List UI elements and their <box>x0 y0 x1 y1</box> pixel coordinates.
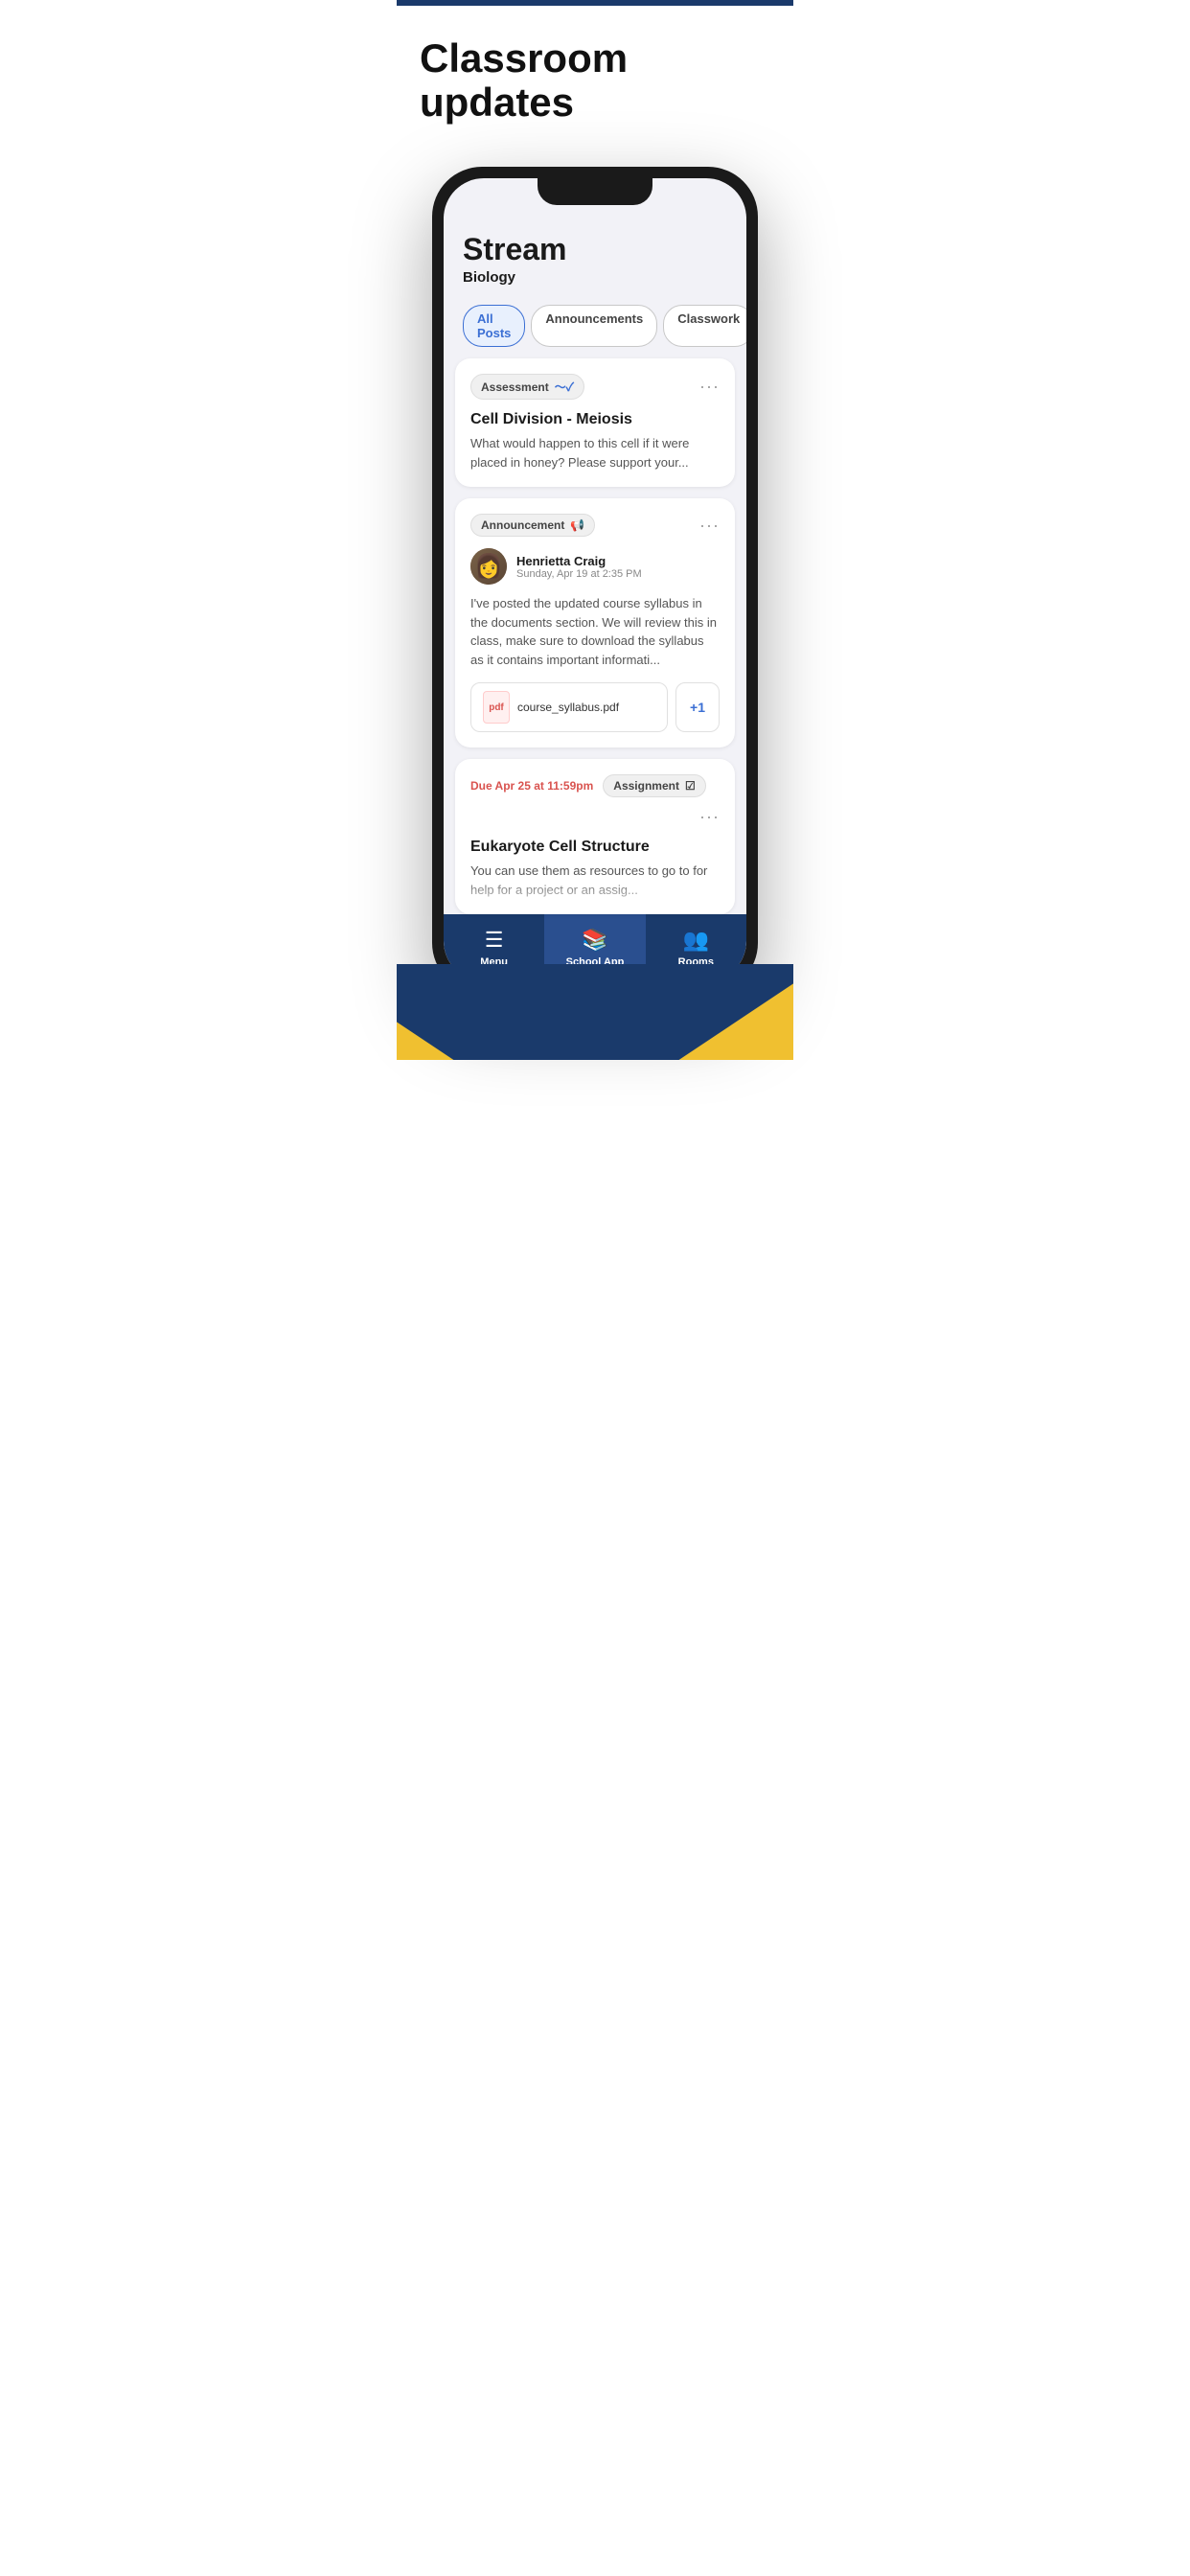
avatar-image <box>470 548 507 585</box>
more-btn-announcement[interactable]: ··· <box>699 516 720 536</box>
bottom-section <box>397 964 793 1060</box>
attachment-row: pdf course_syllabus.pdf +1 <box>470 682 720 732</box>
due-label: Due Apr 25 at 11:59pm <box>470 779 593 793</box>
user-date: Sunday, Apr 19 at 2:35 PM <box>516 568 642 580</box>
user-name: Henrietta Craig <box>516 554 642 568</box>
tab-all-posts[interactable]: All Posts <box>463 305 525 347</box>
yellow-shape-left <box>397 1022 454 1060</box>
tabs-row: All Posts Announcements Classwork <box>444 293 746 358</box>
more-btn-assignment[interactable]: ··· <box>699 807 720 827</box>
cards-area: Assessment 〜✓ ··· Cell Division - Meiosi… <box>444 358 746 914</box>
assignment-check-icon: ☑ <box>685 779 696 793</box>
card-top-row: Assessment 〜✓ ··· <box>470 374 720 400</box>
assignment-badge-label: Assignment <box>613 779 679 793</box>
stream-title: Stream <box>463 232 727 267</box>
badge-assignment: Assignment ☑ <box>603 774 705 797</box>
card-title-assessment: Cell Division - Meiosis <box>470 411 720 428</box>
badge-assessment: Assessment 〜✓ <box>470 374 584 400</box>
announcement-badge-label: Announcement <box>481 518 564 532</box>
card-assessment[interactable]: Assessment 〜✓ ··· Cell Division - Meiosi… <box>455 358 735 487</box>
stream-header: Stream Biology <box>444 217 746 293</box>
attachment-pdf[interactable]: pdf course_syllabus.pdf <box>470 682 668 732</box>
avatar-henrietta <box>470 548 507 585</box>
attachment-filename: course_syllabus.pdf <box>517 701 619 714</box>
tab-classwork[interactable]: Classwork <box>663 305 746 347</box>
phone-frame: Stream Biology All Posts Announcements C… <box>432 167 758 993</box>
card-body-assessment: What would happen to this cell if it wer… <box>470 434 720 472</box>
menu-icon: ☰ <box>485 928 504 953</box>
card-title-assignment: Eukaryote Cell Structure <box>470 839 720 856</box>
yellow-shape-right <box>678 983 793 1060</box>
card-top-row-2: Announcement 📢 ··· <box>470 514 720 537</box>
school-app-icon: 📚 <box>582 928 607 953</box>
user-row: Henrietta Craig Sunday, Apr 19 at 2:35 P… <box>470 548 720 585</box>
assessment-badge-label: Assessment <box>481 380 549 394</box>
card-fade <box>455 876 735 914</box>
page-title: Classroom updates <box>420 36 770 125</box>
phone-notch <box>538 178 652 205</box>
screen-content: Stream Biology All Posts Announcements C… <box>444 178 746 981</box>
card-announcement[interactable]: Announcement 📢 ··· Henrietta Craig <box>455 498 735 748</box>
phone-screen: Stream Biology All Posts Announcements C… <box>444 178 746 981</box>
card-assignment[interactable]: Due Apr 25 at 11:59pm Assignment ☑ ··· E… <box>455 759 735 914</box>
tab-announcements[interactable]: Announcements <box>531 305 657 347</box>
badge-announcement: Announcement 📢 <box>470 514 595 537</box>
stream-subtitle: Biology <box>463 269 727 286</box>
attachment-more[interactable]: +1 <box>675 682 720 732</box>
assessment-icon: 〜✓ <box>555 379 574 395</box>
card-bottom-row: Due Apr 25 at 11:59pm Assignment ☑ ··· <box>470 774 720 827</box>
pdf-icon: pdf <box>483 691 510 724</box>
phone-wrapper: Stream Biology All Posts Announcements C… <box>397 148 793 993</box>
announcement-icon: 📢 <box>570 518 584 532</box>
rooms-icon: 👥 <box>683 928 709 953</box>
card-body-announcement: I've posted the updated course syllabus … <box>470 594 720 669</box>
page-header: Classroom updates <box>397 6 793 148</box>
more-btn-assessment[interactable]: ··· <box>699 377 720 397</box>
user-info: Henrietta Craig Sunday, Apr 19 at 2:35 P… <box>516 554 642 580</box>
